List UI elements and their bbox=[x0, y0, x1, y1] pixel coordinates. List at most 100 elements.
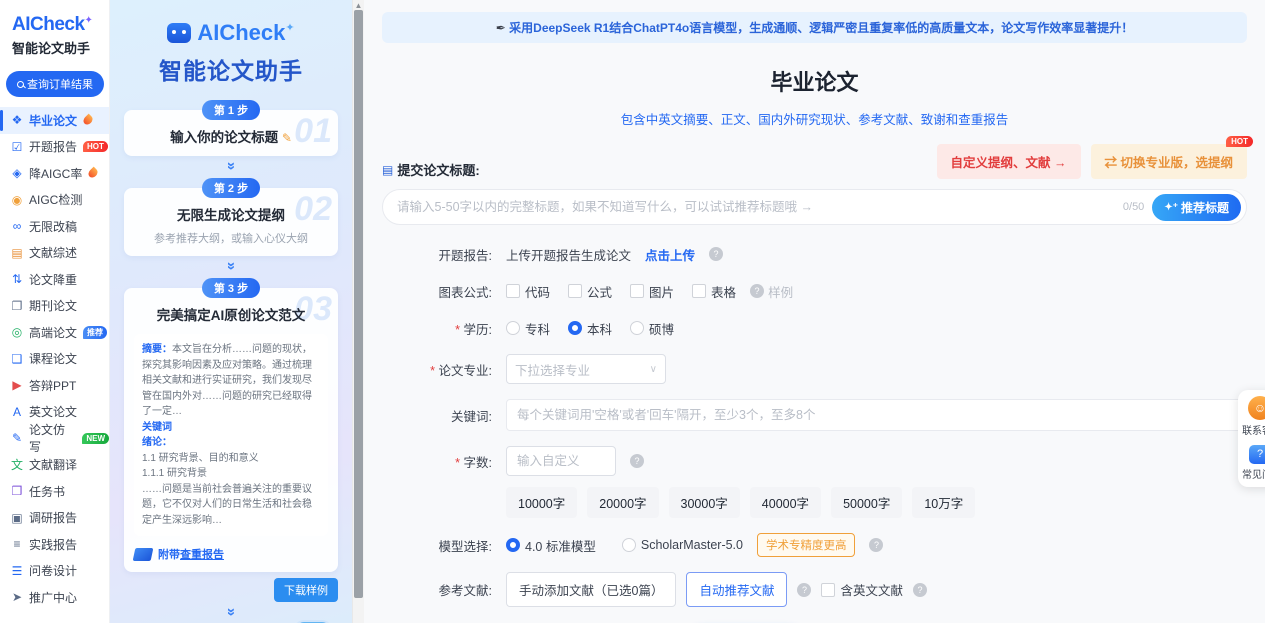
practice-icon: ≡ bbox=[10, 538, 24, 550]
sidebar-item-1[interactable]: ☑开题报告HOT bbox=[0, 134, 109, 161]
model-radio[interactable]: ScholarMaster-5.0 bbox=[622, 538, 743, 552]
shield-icon: ◈ bbox=[10, 167, 24, 179]
radio-icon bbox=[506, 538, 520, 552]
chevron-down-icon: » bbox=[124, 258, 338, 274]
contact-label: 联系客服 bbox=[1242, 422, 1265, 437]
sidebar-item-14[interactable]: ❒任务书 bbox=[0, 478, 109, 505]
sidebar-item-label: 文献综述 bbox=[29, 244, 77, 261]
sample-hint[interactable]: 样例 bbox=[768, 282, 793, 301]
sidebar-item-15[interactable]: ▣调研报告 bbox=[0, 505, 109, 532]
questionnaire-icon: ☰ bbox=[10, 565, 24, 577]
submit-title-label: ▤ 提交论文标题: bbox=[382, 160, 480, 179]
char-counter: 0/50 bbox=[1123, 201, 1144, 213]
keywords-input[interactable] bbox=[506, 399, 1245, 431]
degree-radio[interactable]: 本科 bbox=[568, 319, 612, 338]
sidebar-item-3[interactable]: ◉AIGC检测 bbox=[0, 187, 109, 214]
checkbox-label: 代码 bbox=[525, 282, 550, 301]
degree-radio[interactable]: 硕博 bbox=[630, 319, 674, 338]
help-icon[interactable]: ? bbox=[797, 583, 811, 597]
charts-option-checkbox[interactable]: 公式 bbox=[568, 282, 612, 301]
sidebar-item-18[interactable]: ➤推广中心 bbox=[0, 584, 109, 611]
report-note-text[interactable]: 附带查重报告 bbox=[158, 546, 224, 562]
step-2: 第 2 步 02 无限生成论文提纲 参考推荐大纲，或输入心仪大纲 bbox=[124, 178, 338, 256]
sidebar-item-2[interactable]: ◈降AIGC率 bbox=[0, 160, 109, 187]
thesis-form: 开题报告: 上传开题报告生成论文 点击上传 ? 图表公式: 代码公式图片表格 ?… bbox=[382, 243, 1247, 607]
brand-logo: AICheck✦ 智能论文助手 bbox=[0, 10, 109, 57]
sidebar-item-16[interactable]: ≡实践报告 bbox=[0, 531, 109, 558]
query-order-button[interactable]: 查询订单结果 bbox=[6, 71, 104, 97]
switch-pro-button[interactable]: ⇄ 切换专业版，选提纲 HOT bbox=[1091, 144, 1248, 179]
charts-option-checkbox[interactable]: 图片 bbox=[630, 282, 674, 301]
faq-item[interactable]: ? 常见问题 bbox=[1242, 445, 1265, 481]
wordcount-input[interactable] bbox=[506, 446, 616, 476]
sparkle-icon: ✦⁺ bbox=[1164, 202, 1178, 213]
scroll-up-arrow[interactable]: ▲ bbox=[353, 0, 364, 10]
wordcount-chip[interactable]: 20000字 bbox=[587, 487, 658, 518]
english-references-checkbox[interactable]: 含英文文献 bbox=[821, 580, 903, 599]
promo-title: 智能论文助手 bbox=[124, 52, 338, 86]
promo-banner: ✒ 采用DeepSeek R1结合ChatPT4o语言模型，生成通顺、逻辑严密且… bbox=[382, 12, 1247, 43]
help-icon[interactable]: ? bbox=[750, 284, 764, 298]
sidebar-menu: ❖毕业论文☑开题报告HOT◈降AIGC率◉AIGC检测∞无限改稿▤文献综述⇅论文… bbox=[0, 107, 109, 611]
help-icon[interactable]: ? bbox=[869, 538, 883, 552]
degree-options: 专科本科硕博 bbox=[506, 319, 674, 338]
sidebar-item-6[interactable]: ⇅论文降重 bbox=[0, 266, 109, 293]
sidebar-item-label: 无限改稿 bbox=[29, 218, 77, 235]
contact-service-item[interactable]: ☺ 联系客服 bbox=[1242, 396, 1265, 437]
sidebar-item-0[interactable]: ❖毕业论文 bbox=[0, 107, 109, 134]
recommend-title-button[interactable]: ✦⁺ 推荐标题 bbox=[1152, 194, 1241, 221]
sidebar-item-label: AIGC检测 bbox=[29, 191, 82, 208]
sidebar-item-8[interactable]: ◎高端论文推荐 bbox=[0, 319, 109, 346]
wordcount-chip[interactable]: 30000字 bbox=[669, 487, 740, 518]
dedup-icon: ⇅ bbox=[10, 273, 24, 285]
radio-label: 4.0 标准模型 bbox=[525, 536, 596, 555]
vertical-scrollbar[interactable]: ▲ bbox=[352, 0, 364, 623]
step-2-desc: 参考推荐大纲，或输入心仪大纲 bbox=[134, 230, 328, 246]
main-content: ✒ 采用DeepSeek R1结合ChatPT4o语言模型，生成通顺、逻辑严密且… bbox=[364, 0, 1265, 623]
wordcount-chip[interactable]: 50000字 bbox=[831, 487, 902, 518]
sparkle-icon: ✦ bbox=[85, 15, 93, 26]
wordcount-chip[interactable]: 10000字 bbox=[506, 487, 577, 518]
radio-icon bbox=[568, 321, 582, 335]
sidebar-item-4[interactable]: ∞无限改稿 bbox=[0, 213, 109, 240]
charts-option-checkbox[interactable]: 代码 bbox=[506, 282, 550, 301]
degree-label: 学历: bbox=[382, 319, 492, 338]
wordcount-chip[interactable]: 10万字 bbox=[912, 487, 975, 518]
chevron-down-icon: » bbox=[124, 604, 338, 620]
download-sample-button[interactable]: 下载样例 bbox=[274, 578, 338, 602]
scrollbar-thumb[interactable] bbox=[354, 10, 363, 598]
course-icon: ❑ bbox=[10, 353, 24, 365]
help-icon[interactable]: ? bbox=[709, 247, 723, 261]
wordcount-label: 字数: bbox=[382, 452, 492, 471]
custom-outline-button[interactable]: 自定义提纲、文献 → bbox=[937, 144, 1081, 179]
sidebar-item-9[interactable]: ❑课程论文 bbox=[0, 346, 109, 373]
swap-icon: ⇄ bbox=[1105, 156, 1121, 170]
help-icon[interactable]: ? bbox=[913, 583, 927, 597]
sidebar-item-10[interactable]: ▶答辩PPT bbox=[0, 372, 109, 399]
wordcount-chip[interactable]: 40000字 bbox=[750, 487, 821, 518]
sidebar-item-5[interactable]: ▤文献综述 bbox=[0, 240, 109, 267]
help-icon[interactable]: ? bbox=[630, 454, 644, 468]
fire-icon bbox=[87, 167, 100, 180]
major-select[interactable]: 下拉选择专业 ∨ bbox=[506, 354, 666, 384]
step-2-title: 无限生成论文提纲 bbox=[134, 204, 328, 224]
sidebar-item-7[interactable]: ❐期刊论文 bbox=[0, 293, 109, 320]
sidebar-item-17[interactable]: ☰问卷设计 bbox=[0, 558, 109, 585]
charts-option-checkbox[interactable]: 表格 bbox=[692, 282, 736, 301]
manual-add-references-button[interactable]: 手动添加文献（已选0篇） bbox=[506, 572, 676, 607]
sidebar-item-12[interactable]: ✎论文仿写NEW bbox=[0, 425, 109, 452]
proposal-label: 开题报告: bbox=[382, 245, 492, 264]
proposal-text: 上传开题报告生成论文 bbox=[506, 245, 631, 264]
promo-column: AICheck✦ 智能论文助手 第 1 步 01 输入你的论文标题 ✎ » 第 … bbox=[110, 0, 352, 623]
model-radio[interactable]: 4.0 标准模型 bbox=[506, 536, 596, 555]
graduation-cap-icon: ❖ bbox=[10, 114, 24, 126]
upload-link[interactable]: 点击上传 bbox=[645, 245, 695, 264]
sidebar-item-13[interactable]: 文文献翻译 bbox=[0, 452, 109, 479]
journal-icon: ❐ bbox=[10, 300, 24, 312]
brand-name: AICheck✦ bbox=[12, 14, 99, 36]
title-input[interactable] bbox=[397, 200, 1123, 214]
step-2-badge: 第 2 步 bbox=[202, 178, 260, 198]
auto-recommend-references-button[interactable]: 自动推荐文献 bbox=[686, 572, 787, 607]
faq-chat-icon: ? bbox=[1249, 445, 1265, 464]
degree-radio[interactable]: 专科 bbox=[506, 319, 550, 338]
